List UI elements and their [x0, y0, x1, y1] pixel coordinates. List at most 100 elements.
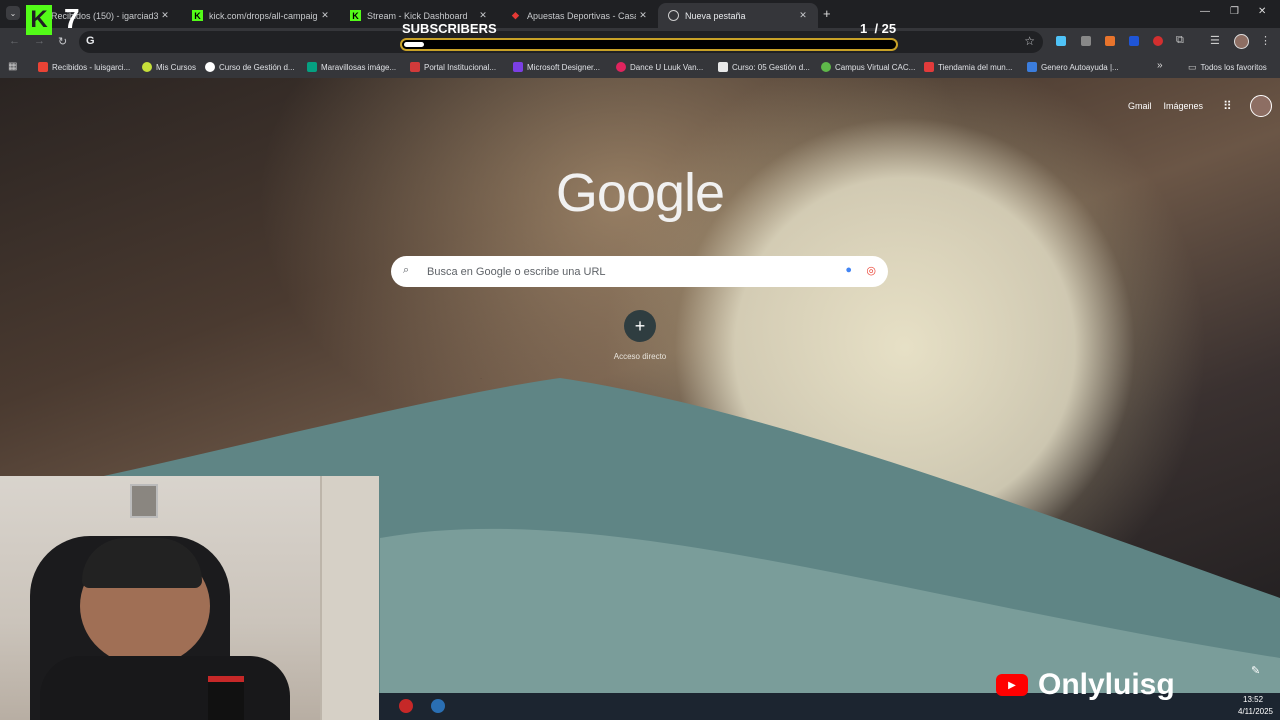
restore-icon[interactable]: ❐	[1230, 6, 1239, 17]
close-icon[interactable]: ✕	[796, 10, 810, 21]
bookmark-item[interactable]: Mis Cursos	[142, 60, 196, 74]
door	[320, 476, 379, 720]
extension-icon[interactable]	[1105, 36, 1115, 46]
bookmark-favicon-icon	[821, 62, 831, 72]
new-tab-button[interactable]: +	[823, 6, 831, 21]
kick-overlay-badge: K	[26, 5, 52, 35]
bookmark-folder-label: Todos los favoritos	[1200, 62, 1267, 72]
youtube-icon: ▶	[996, 674, 1028, 696]
microphone	[208, 676, 244, 720]
watermark-label: Onlyluisg	[1038, 668, 1175, 701]
close-icon[interactable]: ✕	[636, 10, 650, 21]
taskbar-time: 13:52	[1243, 695, 1264, 704]
google-apps-icon[interactable]: ⠿	[1223, 99, 1232, 113]
reading-list-icon[interactable]: ☰	[1210, 34, 1220, 47]
bookmark-label: Genero Autoayuda |...	[1041, 62, 1119, 72]
tab-kick-drops[interactable]: K kick.com/drops/all-campaigns ✕	[182, 3, 340, 28]
subscribers-goal-fill	[404, 42, 424, 47]
close-icon[interactable]: ✕	[158, 10, 172, 21]
close-window-icon[interactable]: ✕	[1258, 6, 1266, 17]
extension-icon[interactable]	[1056, 36, 1066, 46]
extension-icon[interactable]	[1081, 36, 1091, 46]
taskbar-app-icon[interactable]	[399, 699, 413, 713]
bookmark-item[interactable]: Microsoft Designer...	[513, 60, 600, 74]
all-bookmarks-folder[interactable]: ▭ Todos los favoritos	[1188, 60, 1267, 74]
extension-icon[interactable]	[1153, 36, 1163, 46]
bookmark-label: Curso de Gestión d...	[219, 62, 295, 72]
chrome-icon	[668, 10, 679, 21]
forward-icon[interactable]: →	[34, 35, 45, 47]
add-shortcut-button[interactable]: +	[624, 310, 656, 342]
bookmark-item[interactable]: Curso: 05 Gestión d...	[718, 60, 810, 74]
tab-nueva-pestana[interactable]: Nueva pestaña ✕	[658, 3, 818, 28]
extension-icon[interactable]	[1129, 36, 1139, 46]
bookmark-favicon-icon	[307, 62, 317, 72]
plus-icon: +	[634, 315, 646, 336]
bookmark-item[interactable]: Tiendamia del mun...	[924, 60, 1012, 74]
kick-logo-icon: K	[192, 10, 203, 21]
account-avatar[interactable]	[1249, 95, 1272, 117]
reload-icon[interactable]: ↻	[58, 35, 67, 48]
wall-picture	[130, 484, 158, 518]
bookmark-label: Campus Virtual CAC...	[835, 62, 916, 72]
tab-search-button[interactable]: ⌄	[6, 6, 20, 20]
customize-pencil-icon[interactable]: ✎	[1251, 664, 1260, 677]
bookmark-favicon-icon	[142, 62, 152, 72]
google-logo: Google	[555, 163, 725, 223]
taskbar-date: 4/11/2025	[1238, 707, 1273, 716]
kick-badge-count: 7	[64, 3, 80, 34]
bookmark-favicon-icon	[924, 62, 934, 72]
kick-logo-icon: K	[30, 6, 48, 33]
bookmark-label: Recibidos - luisgarci...	[52, 62, 131, 72]
bookmark-favicon-icon	[205, 62, 215, 72]
bookmarks-overflow-icon[interactable]: »	[1157, 60, 1163, 71]
puzzle-icon[interactable]: ⧉	[1176, 34, 1184, 47]
tab-label: kick.com/drops/all-campaigns	[209, 10, 318, 21]
tab-strip: ⌄ M Recibidos (150) - igarciad30@g ✕ K k…	[0, 0, 1280, 28]
profile-avatar[interactable]	[1234, 34, 1249, 49]
tab-label: Apuestas Deportivas - Casa de	[527, 10, 636, 21]
webcam-feed	[0, 476, 379, 720]
images-link[interactable]: Imágenes	[1164, 101, 1204, 111]
tab-apuestas[interactable]: ◆ Apuestas Deportivas - Casa de ✕	[500, 3, 658, 28]
microphone-icon[interactable]: ●	[845, 264, 852, 276]
google-g-icon: G	[86, 35, 95, 47]
star-icon[interactable]: ☆	[1024, 34, 1035, 48]
subscribers-goal-label: SUBSCRIBERS	[402, 21, 497, 36]
bookmark-favicon-icon	[410, 62, 420, 72]
bookmark-label: Dance U Luuk Van...	[630, 62, 704, 72]
bookmark-item[interactable]: Portal Institucional...	[410, 60, 496, 74]
minimize-icon[interactable]: —	[1200, 6, 1210, 17]
tab-label: Nueva pestaña	[685, 10, 746, 21]
subscribers-goal-count: 1 / 25	[860, 21, 897, 36]
kick-logo-icon: K	[350, 10, 361, 21]
bookmark-label: Tiendamia del mun...	[938, 62, 1013, 72]
bookmark-item[interactable]: Maravillosas imáge...	[307, 60, 396, 74]
bookmark-item[interactable]: Genero Autoayuda |...	[1027, 60, 1119, 74]
back-icon[interactable]: ←	[9, 35, 20, 47]
bookmark-favicon-icon	[38, 62, 48, 72]
shirt	[40, 656, 290, 720]
bet-icon: ◆	[512, 10, 519, 20]
lens-icon[interactable]: ◎	[866, 264, 876, 277]
apps-grid-icon[interactable]: ▦	[8, 61, 17, 72]
menu-icon[interactable]: ⋮	[1260, 34, 1271, 47]
bookmark-label: Maravillosas imáge...	[321, 62, 397, 72]
tab-label: Stream - Kick Dashboard	[367, 10, 468, 21]
bookmark-label: Curso: 05 Gestión d...	[732, 62, 810, 72]
extensions-area: ⧉ ☰ ⋮	[1054, 34, 1280, 50]
bookmark-item[interactable]: Recibidos - luisgarci...	[38, 60, 130, 74]
search-input[interactable]	[425, 265, 829, 279]
close-icon[interactable]: ✕	[476, 10, 490, 21]
bookmark-item[interactable]: Curso de Gestión d...	[205, 60, 295, 74]
bookmark-item[interactable]: Dance U Luuk Van...	[616, 60, 703, 74]
bookmark-favicon-icon	[1027, 62, 1037, 72]
add-shortcut-label: Acceso directo	[613, 352, 667, 361]
chevron-down-icon: ⌄	[9, 8, 17, 18]
steam-icon[interactable]	[431, 699, 445, 713]
search-icon: ⌕	[403, 264, 410, 276]
bookmark-label: Microsoft Designer...	[527, 62, 600, 72]
bookmark-item[interactable]: Campus Virtual CAC...	[821, 60, 915, 74]
gmail-link[interactable]: Gmail	[1128, 101, 1152, 111]
close-icon[interactable]: ✕	[318, 10, 332, 21]
